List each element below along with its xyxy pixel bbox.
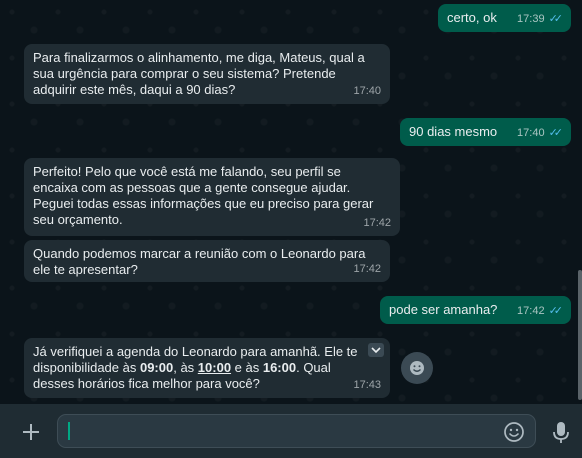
text-fragment: desses horários fica melhor para você? xyxy=(33,376,260,391)
plus-icon[interactable] xyxy=(19,420,43,444)
message-text: Para finalizarmos o alinhamento, me diga… xyxy=(33,50,365,97)
message-input[interactable] xyxy=(57,414,536,448)
text-fragment: e às xyxy=(231,360,263,375)
text-fragment: . Qual xyxy=(296,360,331,375)
message-text: Quando podemos marcar a reunião com o Le… xyxy=(33,246,366,277)
double-check-icon: ✓✓ xyxy=(548,13,564,25)
message-time: 17:43 xyxy=(353,379,381,391)
microphone-icon[interactable] xyxy=(551,421,571,445)
message-outgoing[interactable]: 90 dias mesmo 17:40 ✓✓ xyxy=(400,118,571,146)
message-text: Já verifiquei a agenda do Leonardo para … xyxy=(33,344,381,392)
message-incoming[interactable]: Para finalizarmos o alinhamento, me diga… xyxy=(24,44,390,104)
message-text: 90 dias mesmo xyxy=(409,124,498,139)
text-fragment: disponibilidade às xyxy=(33,360,140,375)
chat-panel: certo, ok 17:39 ✓✓ Para finalizarmos o al… xyxy=(0,0,582,404)
time-option-link[interactable]: 10:00 xyxy=(198,360,231,375)
message-meta: 17:42 ✓✓ xyxy=(517,303,564,319)
message-time: 17:42 xyxy=(353,263,381,275)
message-outgoing[interactable]: certo, ok 17:39 ✓✓ xyxy=(438,4,571,32)
message-meta: 17:40 ✓✓ xyxy=(517,125,564,141)
message-time: 17:39 xyxy=(517,13,545,25)
message-time: 17:40 xyxy=(353,85,381,97)
message-outgoing[interactable]: pode ser amanha? 17:42 ✓✓ xyxy=(380,296,571,324)
composer-bar xyxy=(0,404,582,458)
message-time: 17:42 xyxy=(517,305,545,317)
scrollbar[interactable] xyxy=(578,270,582,400)
time-option: 16:00 xyxy=(262,360,297,375)
message-time: 17:40 xyxy=(517,127,545,139)
message-meta: 17:39 ✓✓ xyxy=(517,11,564,27)
reaction-emoji-icon[interactable] xyxy=(401,352,433,384)
double-check-icon: ✓✓ xyxy=(548,127,564,139)
message-incoming[interactable]: Já verifiquei a agenda do Leonardo para … xyxy=(24,338,390,398)
message-incoming[interactable]: Perfeito! Pelo que você está me falando,… xyxy=(24,158,400,236)
message-incoming[interactable]: Quando podemos marcar a reunião com o Le… xyxy=(24,240,390,282)
text-caret xyxy=(68,422,70,440)
message-text: certo, ok xyxy=(447,10,497,25)
time-option: 09:00 xyxy=(139,360,174,375)
text-fragment: , às xyxy=(173,360,198,375)
message-text: pode ser amanha? xyxy=(389,302,498,317)
double-check-icon: ✓✓ xyxy=(548,305,564,317)
text-fragment: Já verifiquei a agenda do Leonardo para … xyxy=(33,344,358,359)
message-time: 17:42 xyxy=(363,217,391,229)
emoji-icon[interactable] xyxy=(503,421,525,443)
chevron-down-icon[interactable] xyxy=(368,343,384,357)
message-text: Perfeito! Pelo que você está me falando,… xyxy=(33,164,374,227)
